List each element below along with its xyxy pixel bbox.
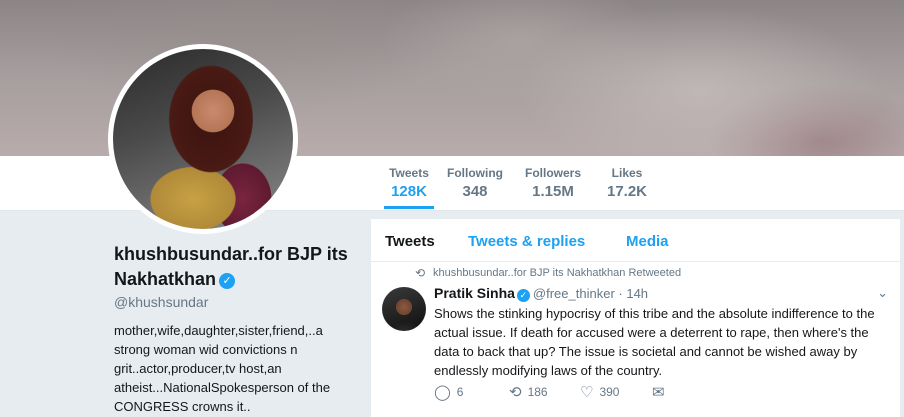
tab-tweets-and-replies[interactable]: Tweets & replies	[468, 233, 585, 250]
tweet-author-name[interactable]: Pratik Sinha	[434, 285, 515, 301]
message-button[interactable]: ✉	[652, 383, 671, 401]
stat-value: 348	[462, 183, 488, 200]
retweet-count: 186	[527, 385, 548, 399]
reply-icon: ◯	[434, 384, 451, 401]
retweet-note[interactable]: khushbusundar..for BJP its Nakhatkhan Re…	[433, 267, 681, 279]
stat-value: 128K	[391, 183, 427, 200]
tweet-header: Pratik Sinha ✓ @free_thinker · 14h	[434, 285, 648, 302]
profile-name[interactable]: khushbusundar..for BJP its Nakhatkhan ✓	[114, 242, 354, 292]
tweet-author-handle[interactable]: @free_thinker	[533, 286, 615, 301]
profile-avatar[interactable]	[108, 44, 298, 234]
profile-bio: mother,wife,daughter,sister,friend,..a s…	[114, 323, 331, 414]
like-button[interactable]: ♡ 390	[580, 383, 619, 401]
stat-label: Likes	[611, 166, 643, 180]
like-count: 390	[599, 385, 620, 399]
timeline: Tweets Tweets & replies Media ⟲ khushbus…	[371, 219, 900, 417]
reply-count: 6	[456, 385, 464, 399]
stat-tweets[interactable]: Tweets 128K	[384, 166, 434, 209]
heart-icon: ♡	[580, 384, 594, 401]
tweet-text: Shows the stinking hypocrisy of this tri…	[434, 306, 875, 378]
stat-value: 17.2K	[606, 183, 648, 200]
stat-label: Following	[447, 166, 503, 180]
avatar-photo	[113, 49, 293, 229]
timeline-tabs: Tweets Tweets & replies Media	[371, 219, 900, 262]
retweet-button[interactable]: ⟲ 186	[509, 383, 548, 401]
profile-handle[interactable]: @khushsundar	[114, 294, 208, 310]
stat-following[interactable]: Following 348	[447, 166, 503, 200]
tab-media[interactable]: Media	[626, 233, 669, 250]
verified-badge-icon: ✓	[516, 289, 530, 302]
stat-label: Followers	[524, 166, 581, 180]
envelope-icon: ✉	[652, 384, 665, 401]
stat-label: Tweets	[389, 166, 429, 180]
stat-likes[interactable]: Likes 17.2K	[603, 166, 651, 200]
tweet-author-avatar[interactable]	[382, 287, 426, 331]
reply-button[interactable]: ◯ 6	[434, 383, 463, 401]
stat-followers[interactable]: Followers 1.15M	[524, 166, 582, 200]
retweet-icon: ⟲	[415, 266, 426, 280]
tweet-timestamp[interactable]: · 14h	[618, 286, 648, 301]
stat-value: 1.15M	[532, 183, 574, 200]
retweet-icon: ⟲	[509, 384, 522, 401]
verified-badge-icon: ✓	[219, 273, 236, 289]
chevron-down-icon[interactable]: ⌄	[877, 285, 888, 301]
tweet-actions: ◯ 6 ⟲ 186 ♡ 390 ✉	[434, 383, 734, 403]
tab-tweets[interactable]: Tweets	[385, 233, 435, 250]
